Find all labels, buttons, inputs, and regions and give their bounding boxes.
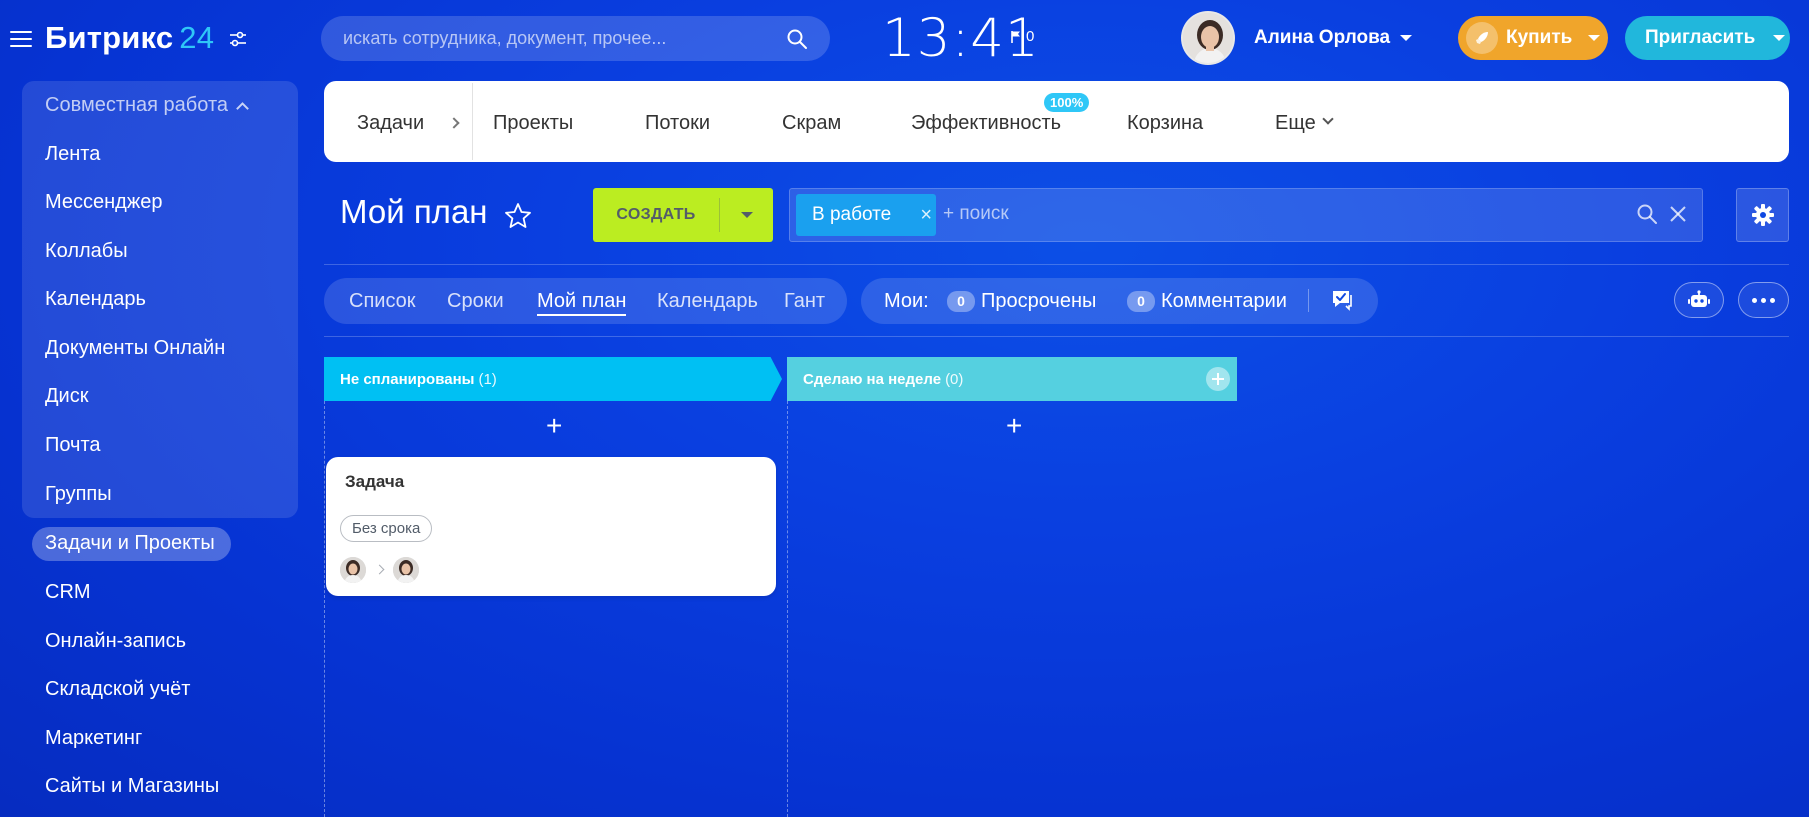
logo-name: Битрикс [45,20,174,55]
sidebar-item-feed[interactable]: Лента [45,143,100,166]
plus-icon [1212,373,1224,385]
column-count: (0) [945,370,964,388]
task-title[interactable]: Задача [345,472,404,492]
close-icon[interactable]: × [920,204,932,227]
filter-search-input[interactable] [943,203,1563,225]
counters-label: Мои: [884,290,929,312]
sidebar-item-calendar[interactable]: Календарь [45,288,146,311]
robots-button[interactable] [1674,282,1724,318]
sidebar-item-mail[interactable]: Почта [45,434,101,457]
search-input[interactable] [343,28,786,49]
chevron-down-icon [740,212,753,218]
chevron-down-icon [1400,35,1413,41]
sidebar-item-tasks-projects[interactable]: Задачи и Проекты [45,532,215,555]
creator-avatar[interactable] [340,557,366,583]
gear-icon [1751,204,1774,226]
sidebar-item-booking[interactable]: Онлайн-запись [45,630,186,653]
search-icon[interactable] [1636,203,1658,225]
sidebar-item-docs-online[interactable]: Документы Онлайн [45,337,225,360]
sidebar-group-header[interactable]: Совместная работа [45,94,249,117]
buy-label: Купить [1506,27,1573,48]
sidebar-group-label: Совместная работа [45,94,228,116]
column-border [324,401,325,817]
sidebar-item-messenger[interactable]: Мессенджер [45,191,162,214]
more-options-button[interactable] [1738,282,1789,318]
logo[interactable]: Битрикс 24 [45,20,214,56]
deadline-badge[interactable]: Без срока [340,515,433,542]
sidebar-item-disk[interactable]: Диск [45,385,88,408]
sidebar-item-inventory[interactable]: Складской учёт [45,678,190,701]
create-dropdown[interactable] [720,212,773,218]
comments-count-badge[interactable]: 0 [1127,291,1155,312]
responsible-avatar[interactable] [393,557,419,583]
buy-button[interactable]: Купить [1458,16,1608,60]
invite-label: Пригласить [1645,27,1756,48]
rocket-icon [1466,22,1498,54]
view-tab-list[interactable]: Список [349,290,416,313]
search-icon[interactable] [786,28,808,50]
settings-sliders-icon[interactable] [229,31,247,47]
user-menu[interactable]: Алина Орлова [1254,27,1413,49]
efficiency-badge: 100% [1044,93,1090,112]
flag-count: 0 [1026,28,1035,45]
chevron-up-icon [236,101,249,115]
add-task-plus-icon[interactable]: + [1006,412,1022,440]
user-photo-icon [1183,13,1233,63]
column-border [787,401,788,817]
robot-icon [1688,290,1710,307]
sidebar-item-groups[interactable]: Группы [45,483,112,506]
overdue-counter[interactable]: Просрочены [981,290,1096,313]
filter-chip-in-progress[interactable]: В работе × [796,194,936,236]
flag-icon [1011,30,1020,43]
view-tab-deadlines[interactable]: Сроки [447,290,504,313]
counters-bar [861,278,1378,324]
kanban-column-unplanned[interactable]: Не спланированы (1) [324,357,782,401]
add-task-plus-icon[interactable]: + [546,412,562,440]
work-day-flag[interactable]: 0 [1011,28,1034,45]
create-button[interactable]: СОЗДАТЬ [593,188,773,242]
nav-tab-tasks[interactable]: Задачи [357,112,424,135]
nav-tab-flows[interactable]: Потоки [645,112,710,135]
settings-button[interactable] [1736,188,1789,242]
nav-tab-projects[interactable]: Проекты [493,112,573,135]
header-divider [324,264,1789,265]
sidebar-item-marketing[interactable]: Маркетинг [45,727,142,750]
add-column-button[interactable] [1206,367,1230,391]
view-tab-my-plan[interactable]: Мой план [537,290,627,316]
view-tab-calendar[interactable]: Календарь [657,290,758,313]
user-photo-icon [340,557,366,583]
user-photo-icon [393,557,419,583]
sidebar-item-collabs[interactable]: Коллабы [45,240,128,263]
sidebar-item-crm[interactable]: CRM [45,581,91,604]
column-title: Сделаю на неделе [803,370,942,388]
comments-counter[interactable]: Комментарии [1161,290,1287,313]
page-title: Мой план [340,193,488,230]
logo-number: 24 [179,20,215,55]
nav-tab-trash[interactable]: Корзина [1127,112,1203,135]
invite-button[interactable]: Пригласить [1625,16,1790,60]
create-label: СОЗДАТЬ [616,206,696,223]
user-avatar[interactable] [1181,11,1235,65]
overdue-count-badge[interactable]: 0 [947,291,975,312]
chevron-down-icon [1773,35,1786,41]
toolbar-divider [324,336,1789,337]
user-name-label: Алина Орлова [1254,27,1391,48]
menu-icon[interactable] [10,31,32,47]
nav-divider [472,83,473,160]
nav-tab-scrum[interactable]: Скрам [782,112,841,135]
global-search[interactable] [321,16,830,61]
read-all-comments-icon[interactable] [1330,288,1354,312]
kanban-column-this-week[interactable]: Сделаю на неделе (0) [787,357,1237,401]
counters-divider [1308,289,1309,312]
star-icon[interactable] [503,201,533,231]
clear-icon[interactable] [1669,205,1687,223]
sidebar-item-sites-stores[interactable]: Сайты и Магазины [45,775,219,798]
filter-chip-label: В работе [812,204,892,225]
column-title: Не спланированы [340,370,475,388]
view-tab-gantt[interactable]: Гант [784,290,825,313]
chevron-down-icon [1588,35,1601,41]
column-count: (1) [478,370,497,388]
nav-tab-more[interactable]: Еще [1275,112,1316,135]
nav-tab-efficiency[interactable]: Эффективность [911,112,1061,135]
